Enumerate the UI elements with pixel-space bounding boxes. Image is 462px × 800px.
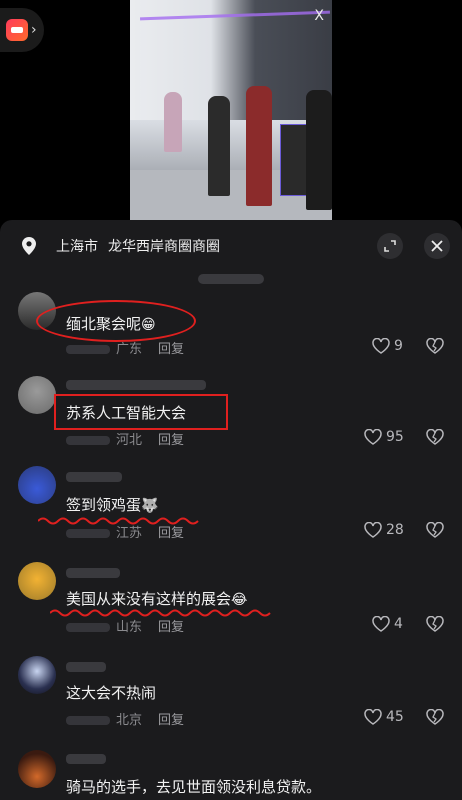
- close-button[interactable]: [424, 233, 450, 259]
- like-button[interactable]: 4: [372, 616, 403, 632]
- timestamp-blurred: [66, 623, 110, 632]
- emoji-laughing: 😂: [231, 592, 248, 608]
- username-blurred: [66, 754, 106, 764]
- avatar[interactable]: [18, 466, 56, 504]
- broken-heart-icon[interactable]: [426, 522, 444, 538]
- comment-item: 这大会不热闹 北京 回复 45: [0, 656, 462, 728]
- timestamp-blurred: [66, 529, 110, 538]
- like-count: 95: [386, 429, 404, 445]
- reply-button[interactable]: 回复: [158, 620, 184, 635]
- like-count: 28: [386, 522, 404, 538]
- heart-icon: [372, 338, 390, 354]
- comment-region: 山东: [116, 620, 143, 635]
- like-button[interactable]: 45: [364, 709, 404, 725]
- comment-meta: 河北 回复: [66, 429, 184, 448]
- emoji-wolf: 🐺: [141, 498, 159, 514]
- comment-text-content: 这大会不热闹: [66, 684, 157, 702]
- avatar[interactable]: [18, 656, 56, 694]
- comment-text-content: 签到领鸡蛋: [66, 496, 142, 514]
- comment-text: 签到领鸡蛋🐺: [66, 494, 158, 515]
- person: [208, 96, 230, 196]
- like-button[interactable]: 95: [364, 429, 404, 445]
- reply-button[interactable]: 回复: [158, 526, 184, 541]
- timestamp-blurred: [66, 345, 110, 354]
- avatar[interactable]: [18, 562, 56, 600]
- location-city: 上海市: [56, 239, 98, 255]
- reply-button[interactable]: 回复: [158, 433, 184, 448]
- chevron-right-icon: ›: [31, 22, 37, 38]
- username-blurred: [66, 380, 206, 390]
- timestamp-blurred: [66, 716, 110, 725]
- comment-region: 北京: [116, 713, 143, 728]
- location-place: 龙华西岸商圈商圈: [108, 239, 220, 255]
- kiosk: [280, 124, 308, 196]
- expand-icon: [384, 240, 396, 252]
- annotation-oval: [36, 300, 196, 342]
- sheet-header: 上海市 龙华西岸商圈商圈: [0, 220, 462, 272]
- reply-button[interactable]: 回复: [158, 713, 184, 728]
- heart-icon: [364, 429, 382, 445]
- comment-text: 骑马的选手，去见世面领没利息贷款。: [66, 776, 321, 797]
- video-frame[interactable]: X: [130, 0, 332, 220]
- like-count: 45: [386, 709, 404, 725]
- person: [306, 90, 332, 210]
- broken-heart-icon[interactable]: [426, 338, 444, 354]
- reply-button[interactable]: 回复: [158, 342, 184, 357]
- broken-heart-icon[interactable]: [426, 616, 444, 632]
- booth-logo: X: [314, 8, 324, 24]
- annotation-rectangle: [54, 394, 228, 430]
- username-blurred: [66, 472, 122, 482]
- location-label[interactable]: 上海市 龙华西岸商圈商圈: [56, 236, 220, 256]
- comment-text: 这大会不热闹: [66, 682, 156, 703]
- comment-region: 广东: [116, 342, 143, 357]
- avatar[interactable]: [18, 750, 56, 788]
- comment-meta: 山东 回复: [66, 616, 184, 635]
- video-area[interactable]: X ›: [0, 0, 462, 220]
- like-button[interactable]: 28: [364, 522, 404, 538]
- comment-meta: 北京 回复: [66, 709, 184, 728]
- person: [164, 92, 182, 152]
- broken-heart-icon[interactable]: [426, 429, 444, 445]
- comment-region: 河北: [116, 433, 143, 448]
- comment-sheet: 上海市 龙华西岸商圈商圈 缅北聚会呢😁 广东 回复 9 苏系人工智能大会 河北 回复: [0, 220, 462, 800]
- app-badge[interactable]: ›: [0, 8, 44, 52]
- avatar[interactable]: [18, 376, 56, 414]
- expand-button[interactable]: [377, 233, 403, 259]
- comment-text-content: 骑马的选手，去见世面领没利息贷款。: [66, 778, 322, 796]
- heart-icon: [364, 709, 382, 725]
- username-blurred: [66, 662, 106, 672]
- person: [246, 86, 272, 206]
- location-pin-icon: [22, 237, 36, 255]
- close-icon: [431, 240, 443, 252]
- comment-text: 美国从来没有这样的展会😂: [66, 588, 247, 609]
- annotation-wavy-underline: [50, 609, 271, 617]
- like-button[interactable]: 9: [372, 338, 403, 354]
- annotation-wavy-underline: [38, 517, 199, 525]
- like-count: 4: [394, 616, 403, 632]
- broken-heart-icon[interactable]: [426, 709, 444, 725]
- comment-region: 江苏: [116, 526, 143, 541]
- heart-icon: [364, 522, 382, 538]
- timestamp-blurred: [66, 436, 110, 445]
- comment-count-blurred: [198, 274, 264, 284]
- heart-icon: [372, 616, 390, 632]
- app-icon: [6, 19, 28, 41]
- username-blurred: [66, 568, 120, 578]
- comment-item: 美国从来没有这样的展会😂 山东 回复 4: [0, 562, 462, 635]
- comment-text-content: 美国从来没有这样的展会: [66, 590, 232, 608]
- comment-item: 骑马的选手，去见世面领没利息贷款。: [0, 750, 462, 800]
- like-count: 9: [394, 338, 403, 354]
